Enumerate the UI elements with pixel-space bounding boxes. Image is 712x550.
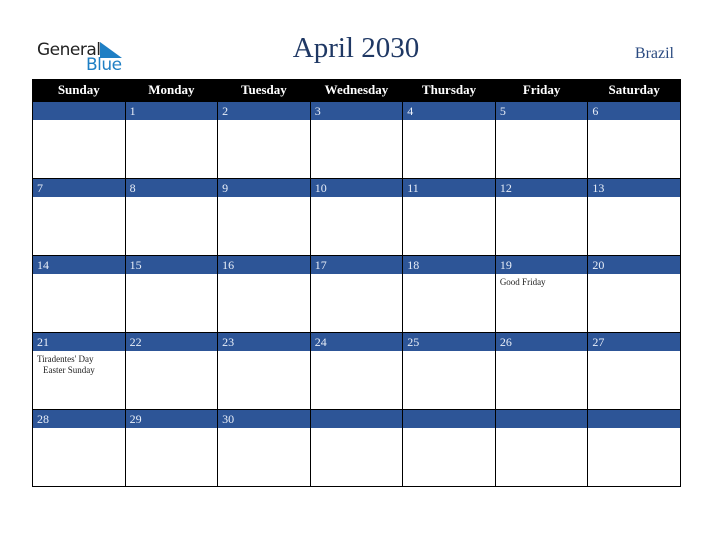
day-number: 19 — [495, 256, 588, 274]
day-number: 4 — [403, 102, 495, 120]
week-row: 14 15 16 17 18 19 Good Friday 20 — [32, 255, 681, 333]
day-number: 24 — [310, 333, 403, 351]
weekday-header: Monday — [124, 79, 219, 102]
day-cell[interactable]: 7 — [32, 178, 126, 256]
day-cell[interactable]: 27 — [587, 332, 681, 410]
day-number: 1 — [125, 102, 218, 120]
day-cell[interactable] — [309, 409, 404, 487]
day-cell[interactable]: 30 — [217, 409, 311, 487]
day-cell[interactable]: 21 Tiradentes' Day Easter Sunday — [32, 332, 126, 410]
day-number: 3 — [310, 102, 403, 120]
day-number: 16 — [218, 256, 310, 274]
day-number — [495, 410, 588, 428]
day-number: 13 — [588, 179, 680, 197]
day-cell[interactable]: 28 — [32, 409, 126, 487]
day-number: 15 — [125, 256, 218, 274]
calendar-grid: Sunday Monday Tuesday Wednesday Thursday… — [32, 79, 681, 487]
day-number — [33, 102, 125, 120]
day-cell[interactable]: 20 — [587, 255, 681, 333]
day-number: 22 — [125, 333, 218, 351]
day-cell[interactable]: 11 — [402, 178, 496, 256]
day-cell[interactable]: 18 — [402, 255, 496, 333]
day-cell[interactable]: 16 — [217, 255, 311, 333]
day-number: 20 — [588, 256, 680, 274]
day-cell[interactable]: 15 — [124, 255, 219, 333]
weekday-header: Wednesday — [309, 79, 404, 102]
weekday-header: Friday — [494, 79, 589, 102]
day-cell[interactable]: 29 — [124, 409, 219, 487]
day-cell[interactable]: 13 — [587, 178, 681, 256]
day-cell[interactable]: 24 — [309, 332, 404, 410]
day-number: 26 — [495, 333, 588, 351]
day-number: 30 — [218, 410, 310, 428]
day-number: 17 — [310, 256, 403, 274]
calendar-title: April 2030 — [292, 32, 420, 64]
day-number: 23 — [218, 333, 310, 351]
holiday-event: Tiradentes' Day — [37, 354, 94, 364]
week-row: 7 8 9 10 11 12 13 — [32, 178, 681, 256]
day-number: 8 — [125, 179, 218, 197]
weekday-header: Sunday — [32, 79, 126, 102]
day-number: 14 — [33, 256, 125, 274]
day-number — [310, 410, 403, 428]
day-number: 5 — [495, 102, 588, 120]
holiday-event: Good Friday — [499, 277, 546, 287]
week-row: 21 Tiradentes' Day Easter Sunday 22 23 24 25 26… — [32, 332, 681, 410]
day-cell[interactable]: 3 — [309, 101, 404, 179]
weekday-header-row: Sunday Monday Tuesday Wednesday Thursday… — [32, 79, 681, 102]
day-cell[interactable]: 14 — [32, 255, 126, 333]
day-number: 18 — [403, 256, 495, 274]
day-cell[interactable]: 26 — [494, 332, 589, 410]
day-cell[interactable]: 1 — [124, 101, 219, 179]
day-number: 12 — [495, 179, 588, 197]
day-cell[interactable] — [587, 409, 681, 487]
day-cell[interactable]: 2 — [217, 101, 311, 179]
weekday-header: Tuesday — [217, 79, 311, 102]
day-cell[interactable] — [494, 409, 589, 487]
week-row: 123456 — [32, 101, 681, 179]
day-cell[interactable]: 10 — [309, 178, 404, 256]
day-cell[interactable]: 25 — [402, 332, 496, 410]
country-label: Brazil — [634, 45, 674, 62]
weekday-header: Thursday — [402, 79, 496, 102]
day-number — [588, 410, 680, 428]
holiday-event: Easter Sunday — [43, 365, 95, 375]
day-cell[interactable]: 6 — [587, 101, 681, 179]
day-number: 6 — [588, 102, 680, 120]
day-cell[interactable]: 19 Good Friday — [494, 255, 589, 333]
day-cell[interactable]: 9 — [217, 178, 311, 256]
day-number: 27 — [588, 333, 680, 351]
day-cell[interactable]: 23 — [217, 332, 311, 410]
day-cell[interactable]: 4 — [402, 101, 496, 179]
weekday-header: Saturday — [587, 79, 681, 102]
day-cell[interactable]: 5 — [494, 101, 589, 179]
day-cell[interactable] — [32, 101, 126, 179]
day-cell[interactable]: 8 — [124, 178, 219, 256]
day-cell[interactable]: 12 — [494, 178, 589, 256]
week-row: 28 29 30 — [32, 409, 681, 487]
day-number: 10 — [310, 179, 403, 197]
day-cell[interactable]: 22 — [124, 332, 219, 410]
day-cell[interactable] — [402, 409, 496, 487]
day-number: 21 — [33, 333, 125, 351]
day-number: 11 — [403, 179, 495, 197]
day-cell[interactable]: 17 — [309, 255, 404, 333]
day-number: 29 — [125, 410, 218, 428]
day-number: 2 — [218, 102, 310, 120]
day-number: 25 — [403, 333, 495, 351]
day-number: 28 — [33, 410, 125, 428]
day-number: 7 — [33, 179, 125, 197]
day-number — [403, 410, 495, 428]
day-number: 9 — [218, 179, 310, 197]
